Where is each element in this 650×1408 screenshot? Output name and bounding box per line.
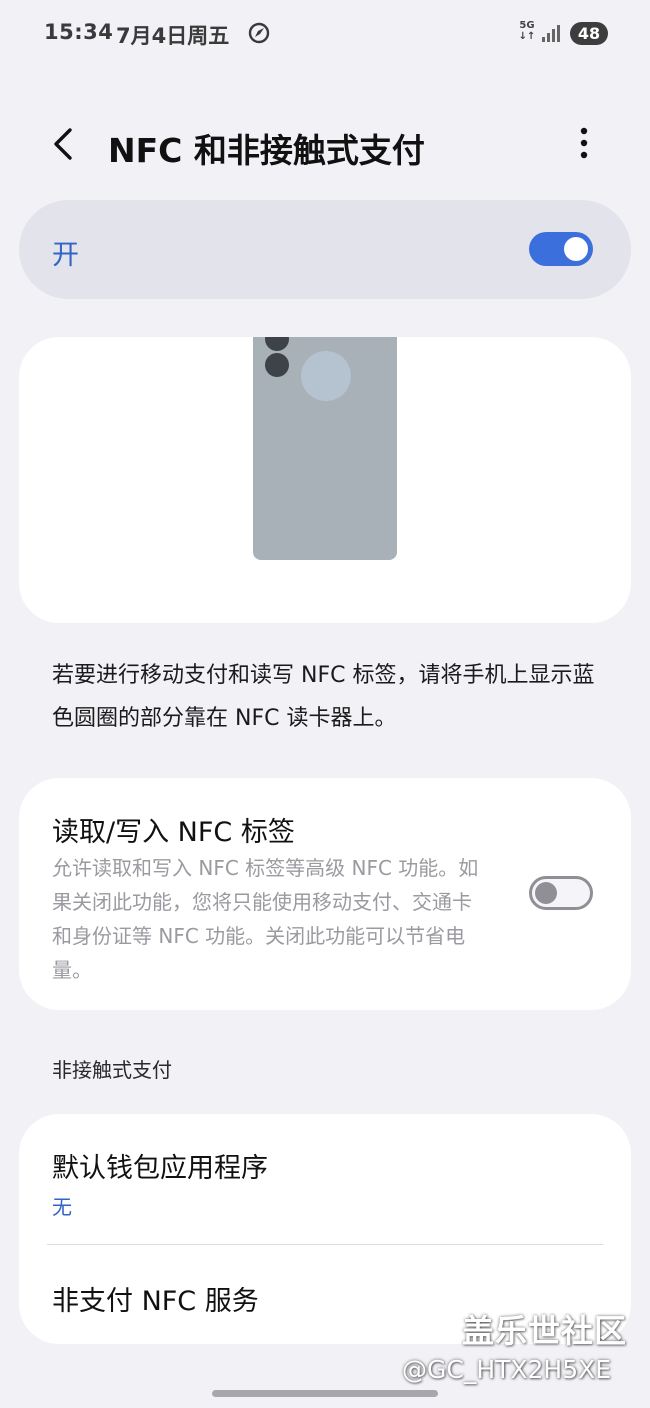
compass-icon <box>248 22 270 44</box>
nfc-area-circle <box>301 351 351 401</box>
home-indicator[interactable] <box>212 1390 438 1397</box>
section-label-contactless: 非接触式支付 <box>52 1058 172 1082</box>
toggle-knob <box>535 882 557 904</box>
more-vertical-icon[interactable] <box>566 122 602 166</box>
camera-lens <box>265 353 289 377</box>
watermark-site: 盖乐世社区 <box>462 1312 628 1350</box>
network-indicator: 5G ↓↑ <box>518 20 536 42</box>
read-write-nfc-row[interactable]: 读取/写入 NFC 标签 允许读取和写入 NFC 标签等高级 NFC 功能。如果… <box>19 778 631 1010</box>
default-wallet-row[interactable]: 默认钱包应用程序 无 <box>19 1114 631 1244</box>
read-write-description: 允许读取和写入 NFC 标签等高级 NFC 功能。如果关闭此功能，您将只能使用移… <box>52 856 479 982</box>
master-switch-label: 开 <box>52 240 79 271</box>
app-header: NFC 和非接触式支付 <box>0 100 650 190</box>
camera-lens <box>265 337 289 351</box>
status-date: 7月4日周五 <box>116 24 230 48</box>
toggle-knob <box>564 237 588 261</box>
status-time: 15:34 <box>44 20 114 44</box>
nfc-illustration-card <box>19 337 631 623</box>
non-payment-nfc-title: 非支付 NFC 服务 <box>52 1286 259 1317</box>
read-write-title: 读取/写入 NFC 标签 <box>52 817 295 848</box>
phone-illustration <box>253 337 397 560</box>
signal-icon <box>542 25 560 42</box>
chevron-left-icon[interactable] <box>40 120 88 168</box>
default-wallet-title: 默认钱包应用程序 <box>52 1153 268 1184</box>
status-bar: 15:34 7月4日周五 5G ↓↑ 48 <box>0 0 650 70</box>
battery-indicator: 48 <box>570 22 608 45</box>
default-wallet-value: 无 <box>52 1195 72 1219</box>
read-write-toggle[interactable] <box>529 876 593 910</box>
hint-text: 若要进行移动支付和读写 NFC 标签，请将手机上显示蓝色圆圈的部分靠在 NFC … <box>52 663 595 731</box>
page-title: NFC 和非接触式支付 <box>108 131 425 170</box>
watermark-user: @GC_HTX2H5XE <box>402 1355 612 1384</box>
master-switch-toggle[interactable] <box>529 232 593 266</box>
master-switch-row[interactable]: 开 <box>19 200 631 299</box>
